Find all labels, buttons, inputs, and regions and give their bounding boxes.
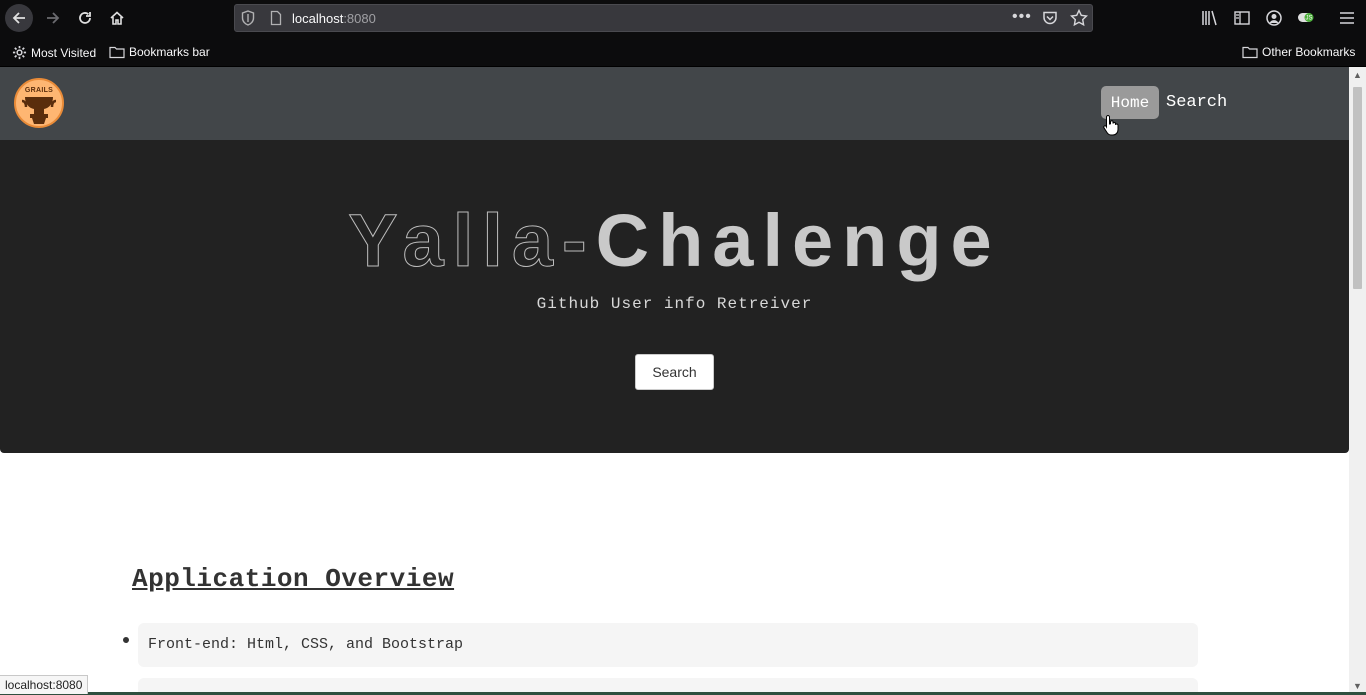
folder-icon bbox=[109, 46, 125, 59]
scrollbar-thumb[interactable] bbox=[1353, 87, 1362, 289]
page-viewport: GRAILS Home Search Yalla-Chalenge Github… bbox=[0, 67, 1349, 695]
gear-icon bbox=[12, 45, 27, 60]
account-icon[interactable] bbox=[1265, 9, 1283, 32]
url-host: localhost bbox=[292, 11, 344, 26]
page-actions-icon[interactable]: ••• bbox=[1012, 8, 1032, 26]
logo-text: GRAILS bbox=[24, 87, 54, 94]
bookmark-bookmarks-bar[interactable]: Bookmarks bar bbox=[109, 45, 210, 59]
hero-title-part2: Chalenge bbox=[595, 199, 1001, 282]
nav-search-link[interactable]: Search bbox=[1166, 93, 1227, 112]
arrow-right-icon bbox=[47, 12, 60, 24]
scroll-down-icon[interactable]: ▼ bbox=[1353, 681, 1362, 691]
folder-icon bbox=[1242, 46, 1258, 59]
hero-title: Yalla-Chalenge bbox=[0, 198, 1349, 283]
home-icon bbox=[110, 11, 124, 25]
browser-toolbar: localhost:8080 ••• JS bbox=[0, 0, 1366, 37]
home-button[interactable] bbox=[103, 4, 131, 32]
shield-icon[interactable] bbox=[241, 10, 255, 31]
library-icon[interactable] bbox=[1201, 9, 1219, 32]
arrow-left-icon bbox=[12, 12, 25, 24]
svg-text:JS: JS bbox=[1305, 16, 1312, 22]
list-item-text: Front-end: Html, CSS, and Bootstrap bbox=[148, 636, 464, 653]
list-item: Front-end: Html, CSS, and Bootstrap bbox=[138, 623, 1198, 667]
grails-logo[interactable]: GRAILS bbox=[14, 78, 64, 128]
hero-banner: Yalla-Chalenge Github User info Retreive… bbox=[0, 140, 1349, 453]
status-bar: localhost:8080 bbox=[0, 675, 89, 694]
page-scrollbar[interactable]: ▲ ▼ bbox=[1349, 67, 1366, 695]
url-port: :8080 bbox=[343, 11, 376, 26]
site-navbar: GRAILS Home Search bbox=[0, 67, 1349, 140]
hero-title-part1: Yalla- bbox=[348, 199, 596, 283]
other-bookmarks-label: Other Bookmarks bbox=[1262, 45, 1356, 59]
bookmark-label: Bookmarks bar bbox=[129, 45, 210, 59]
sidebar-icon[interactable] bbox=[1233, 9, 1251, 32]
hero-search-button[interactable]: Search bbox=[635, 354, 714, 390]
other-bookmarks[interactable]: Other Bookmarks bbox=[1242, 45, 1355, 59]
star-icon[interactable] bbox=[1069, 8, 1089, 32]
back-button[interactable] bbox=[5, 4, 33, 32]
url-bar[interactable]: localhost:8080 ••• bbox=[234, 4, 1093, 32]
grails-cup-icon bbox=[22, 97, 56, 124]
forward-button[interactable] bbox=[39, 4, 67, 32]
reload-button[interactable] bbox=[71, 4, 99, 32]
bookmarks-toolbar: Most Visited Bookmarks bar Other Bookmar… bbox=[0, 37, 1366, 67]
list-bullet bbox=[123, 637, 129, 643]
bookmark-label: Most Visited bbox=[31, 45, 97, 60]
hero-subtitle: Github User info Retreiver bbox=[536, 295, 813, 313]
hand-cursor-icon bbox=[1103, 114, 1119, 136]
reload-icon bbox=[79, 12, 91, 24]
menu-icon[interactable] bbox=[1339, 9, 1355, 32]
page-icon[interactable] bbox=[270, 10, 282, 31]
url-text[interactable]: localhost:8080 bbox=[292, 11, 376, 26]
extension-toggle-icon[interactable]: JS bbox=[1297, 9, 1317, 32]
section-title: Application Overview bbox=[132, 564, 455, 594]
bookmark-most-visited[interactable]: Most Visited bbox=[12, 45, 96, 60]
pocket-icon[interactable] bbox=[1042, 10, 1058, 31]
scroll-up-icon[interactable]: ▲ bbox=[1353, 70, 1362, 80]
